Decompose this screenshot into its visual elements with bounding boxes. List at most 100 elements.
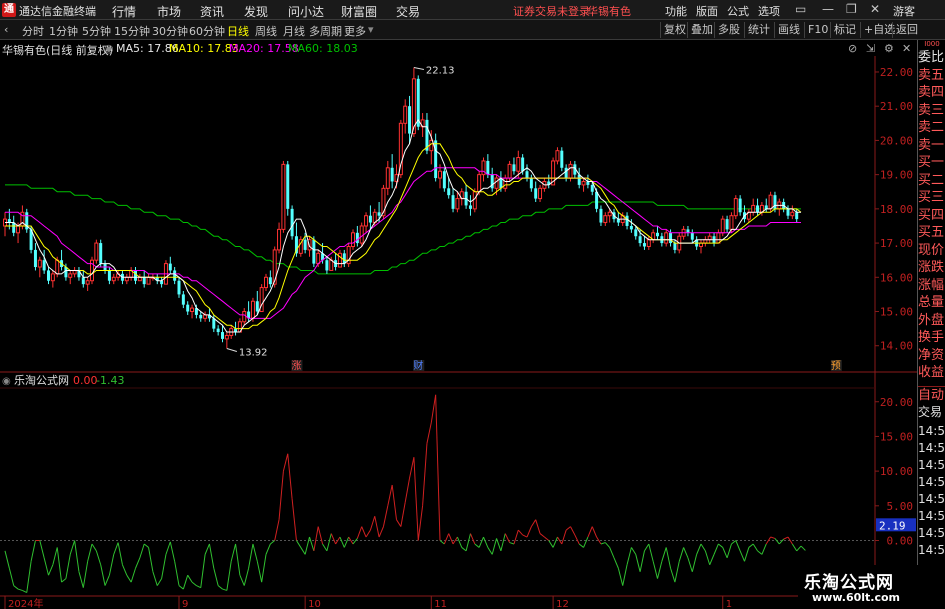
chart-settings-icon[interactable]: ⚙ — [884, 42, 894, 55]
f10-button[interactable]: F10 — [804, 22, 831, 38]
duogu-button[interactable]: 多股 — [714, 22, 743, 38]
chart-close-icon[interactable]: ✕ — [902, 42, 911, 55]
close-icon[interactable]: ✕ — [870, 2, 880, 16]
max-price-label: 22.13 — [426, 66, 455, 77]
period-more[interactable]: 更多 — [344, 23, 366, 39]
menu-zixun[interactable]: 资讯 — [200, 3, 224, 20]
trade-time: 14:56 — [918, 542, 945, 557]
menu-gongneng[interactable]: 功能 — [665, 3, 687, 19]
period-15min[interactable]: 15分钟 — [114, 23, 150, 39]
current-stock-name: 华锡有色 — [587, 5, 631, 18]
tongji-button[interactable]: 统计 — [744, 22, 773, 38]
candle-body — [134, 270, 137, 281]
menu-jiaoyi[interactable]: 交易 — [396, 3, 420, 20]
biaoji-button[interactable]: 标记 — [830, 22, 859, 38]
price-tick-label: 16.00 — [880, 271, 913, 284]
indicator-segment — [509, 542, 515, 545]
indicator-segment — [561, 529, 567, 545]
candle-body — [686, 229, 690, 233]
candle-body — [768, 194, 773, 210]
period-daily[interactable]: 日线 — [227, 23, 249, 39]
indicator-segment — [422, 443, 428, 506]
indicator-segment — [757, 550, 763, 555]
trade-time: 14:56 — [918, 440, 945, 455]
indicator-segment — [95, 550, 102, 565]
more-chevron-icon[interactable]: ▾ — [368, 23, 374, 36]
menu-xuanxiang[interactable]: 选项 — [758, 3, 780, 19]
indicator-segment — [200, 554, 206, 588]
candle-body — [312, 239, 316, 264]
settings-small-icon[interactable]: ◉ — [104, 42, 114, 55]
indicator-segment — [739, 550, 745, 562]
menu-shichang[interactable]: 市场 — [157, 3, 181, 20]
fuquan-button[interactable]: 复权 — [660, 22, 689, 38]
menu-wenxiaoda[interactable]: 问小达 — [288, 3, 324, 20]
period-1min[interactable]: 1分钟 — [49, 23, 78, 39]
indicator-segment — [113, 542, 119, 555]
indicator-segment — [365, 529, 371, 538]
indicator-segment — [313, 526, 319, 551]
candle-body — [581, 180, 586, 186]
indicator-segment — [744, 547, 750, 562]
restore-icon[interactable]: ❐ — [846, 2, 857, 16]
candle-body — [329, 259, 334, 271]
candle-body — [656, 232, 659, 237]
huaxian-button[interactable]: 画线 — [774, 22, 803, 38]
period-multi[interactable]: 多周期 — [309, 23, 342, 39]
candle-body — [599, 208, 603, 223]
price-tick-label: 18.00 — [880, 203, 913, 216]
indicator-segment — [539, 533, 545, 538]
indicator-segment — [104, 574, 110, 586]
menu-faxian[interactable]: 发现 — [244, 3, 268, 20]
back-button[interactable]: 返回 — [892, 22, 921, 38]
candle-body — [516, 157, 521, 172]
x-label: 11 — [434, 599, 447, 609]
period-fenshi[interactable]: 分时 — [22, 23, 44, 39]
indicator-segment — [278, 471, 284, 520]
indicator-segment — [409, 457, 415, 479]
menu-gongshi[interactable]: 公式 — [727, 3, 749, 19]
candle-body — [99, 243, 103, 264]
indicator-segment — [204, 543, 210, 555]
indicator-segment — [43, 557, 49, 576]
candle-body — [673, 243, 677, 250]
side-label: 涨幅 — [918, 277, 945, 293]
period-5min[interactable]: 5分钟 — [82, 23, 111, 39]
menu-banmian[interactable]: 版面 — [696, 3, 718, 19]
kline-chart[interactable]: 22.1313.92涨财预 乐淘公式网◉ 0.00-1.43 22.0021.00… — [0, 56, 917, 609]
guest-label[interactable]: 游客 — [893, 3, 915, 19]
side-label: 买四 — [918, 207, 945, 223]
period-30min[interactable]: 30分钟 — [152, 23, 188, 39]
candle-body — [590, 184, 594, 192]
menu-caifuquan[interactable]: 财富圈 — [341, 3, 377, 20]
period-weekly[interactable]: 周线 — [255, 23, 277, 39]
trade-time: 14:56 — [918, 423, 945, 438]
menu-bar: 通 通达信金融终端 行情 市场 资讯 发现 问小达 财富圈 交易 证券交易未登录… — [0, 0, 945, 20]
chart-grid — [0, 56, 917, 609]
period-monthly[interactable]: 月线 — [283, 23, 305, 39]
indicator-segment — [713, 543, 719, 555]
auto-toggle[interactable]: 自动 — [918, 385, 945, 404]
trade-login-warning[interactable]: 证券交易未登录 — [513, 3, 590, 19]
indicator-segment — [469, 533, 476, 545]
watermark-title: 乐淘公式网 — [804, 573, 894, 593]
menu-hangqing[interactable]: 行情 — [112, 3, 136, 20]
indicator-segment — [52, 547, 58, 565]
indicator-segment — [191, 581, 197, 586]
diejia-button[interactable]: 叠加 — [687, 22, 716, 38]
candle-body — [303, 239, 307, 250]
indicator-segment — [404, 477, 411, 503]
indicator-segment — [161, 554, 167, 579]
indicator-segment — [182, 575, 189, 590]
skin-icon[interactable]: ▭ — [795, 2, 806, 16]
minimize-icon[interactable]: — — [822, 2, 834, 16]
zoom-out-icon[interactable]: ⊘ — [848, 42, 857, 55]
period-60min[interactable]: 60分钟 — [189, 23, 225, 39]
toolbar-collapse-icon[interactable]: ‹ — [4, 23, 8, 36]
candle-body — [342, 253, 346, 264]
indicator-segment — [548, 540, 554, 548]
candle-body — [359, 225, 364, 244]
fullscreen-icon[interactable]: ⇲ — [866, 42, 875, 55]
indicator-segment — [774, 538, 780, 545]
indicator-segment — [196, 585, 201, 589]
